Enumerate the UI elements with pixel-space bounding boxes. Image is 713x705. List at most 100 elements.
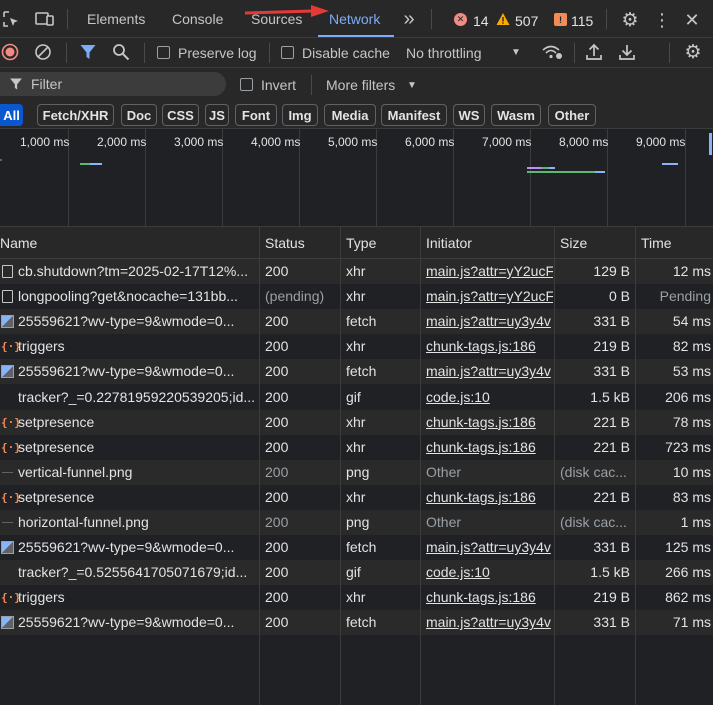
request-name: setpresence bbox=[18, 438, 95, 455]
column-header-name[interactable]: Name bbox=[0, 235, 37, 251]
divider bbox=[66, 43, 67, 63]
request-initiator[interactable]: chunk-tags.js:186 bbox=[426, 489, 553, 505]
issue-icon[interactable]: ! bbox=[554, 13, 567, 26]
request-initiator[interactable]: chunk-tags.js:186 bbox=[426, 439, 553, 455]
tab-network[interactable]: Network bbox=[329, 11, 380, 27]
device-toolbar-icon[interactable] bbox=[35, 10, 55, 28]
table-row[interactable]: longpooling?get&nocache=131bb... (pending… bbox=[0, 284, 713, 310]
request-initiator[interactable]: chunk-tags.js:186 bbox=[426, 414, 553, 430]
request-type: fetch bbox=[346, 363, 377, 380]
request-type: png bbox=[346, 514, 370, 530]
request-initiator[interactable]: main.js?attr=uy3y4v bbox=[426, 614, 553, 630]
request-type: xhr bbox=[346, 438, 366, 455]
divider bbox=[144, 43, 145, 63]
dash-icon bbox=[2, 522, 13, 523]
type-filter-fetch-xhr[interactable]: Fetch/XHR bbox=[37, 104, 114, 126]
table-row[interactable]: {·} triggers 200 xhr chunk-tags.js:186 219 B 8… bbox=[0, 585, 713, 611]
export-har-icon[interactable] bbox=[618, 43, 636, 61]
filter-funnel-icon[interactable] bbox=[79, 43, 97, 61]
network-settings-gear-icon[interactable]: ⚙ bbox=[683, 42, 703, 62]
table-row[interactable]: {·} setpresence 200 xhr chunk-tags.js:186 221… bbox=[0, 484, 713, 510]
request-time: 71 ms bbox=[672, 614, 711, 631]
column-header-time[interactable]: Time bbox=[641, 235, 672, 251]
warning-icon[interactable] bbox=[496, 12, 510, 26]
import-har-icon[interactable] bbox=[585, 43, 603, 61]
issue-count[interactable]: 115 bbox=[571, 13, 593, 29]
filter-placeholder: Filter bbox=[31, 76, 63, 92]
xhr-braces-icon: {·} bbox=[1, 415, 21, 429]
request-initiator[interactable]: chunk-tags.js:186 bbox=[426, 589, 553, 605]
tab-console[interactable]: Console bbox=[172, 11, 223, 27]
clear-icon[interactable] bbox=[34, 43, 52, 61]
type-filter-ws[interactable]: WS bbox=[453, 104, 485, 126]
column-header-type[interactable]: Type bbox=[346, 235, 376, 251]
column-header-status[interactable]: Status bbox=[265, 235, 305, 251]
type-filter-doc[interactable]: Doc bbox=[121, 104, 157, 126]
type-filter-other[interactable]: Other bbox=[548, 104, 596, 126]
settings-gear-icon[interactable]: ⚙ bbox=[620, 10, 640, 30]
preserve-log-checkbox[interactable] bbox=[157, 46, 170, 59]
request-status: (pending) bbox=[265, 288, 325, 305]
request-size: 0 B bbox=[608, 288, 630, 305]
inspect-element-icon[interactable] bbox=[2, 10, 20, 28]
table-row[interactable]: {·} setpresence 200 xhr chunk-tags.js:186 221… bbox=[0, 409, 713, 435]
column-header-size[interactable]: Size bbox=[560, 235, 587, 251]
type-filter-css[interactable]: CSS bbox=[162, 104, 199, 126]
close-icon[interactable]: ✕ bbox=[683, 10, 701, 30]
timeline-tick-label: 8,000 ms bbox=[559, 135, 609, 149]
request-initiator[interactable]: main.js?attr=uy3y4v bbox=[426, 363, 553, 379]
tab-elements[interactable]: Elements bbox=[87, 11, 145, 27]
throttling-select[interactable]: No throttling bbox=[406, 45, 481, 61]
type-filter-js[interactable]: JS bbox=[205, 104, 229, 126]
filter-input[interactable]: Filter bbox=[0, 72, 226, 96]
search-icon[interactable] bbox=[112, 43, 130, 61]
disable-cache-label[interactable]: Disable cache bbox=[302, 45, 390, 61]
invert-label[interactable]: Invert bbox=[261, 77, 296, 93]
table-row[interactable]: 25559621?wv-type=9&wmode=0... 200 fetch mai… bbox=[0, 610, 713, 636]
request-initiator[interactable]: main.js?attr=uy3y4v bbox=[426, 539, 553, 555]
network-overview-timeline[interactable]: 1,000 ms 2,000 ms 3,000 ms 4,000 ms 5,00… bbox=[0, 129, 713, 227]
request-name: 25559621?wv-type=9&wmode=0... bbox=[18, 614, 235, 631]
network-conditions-icon[interactable] bbox=[541, 43, 563, 61]
column-header-initiator[interactable]: Initiator bbox=[426, 235, 472, 251]
request-initiator[interactable]: chunk-tags.js:186 bbox=[426, 338, 553, 354]
kebab-menu-icon[interactable]: ⋮ bbox=[653, 10, 671, 30]
table-row[interactable]: tracker?_=0.22781959220539205;id... 200 gi… bbox=[0, 384, 713, 410]
table-row[interactable]: 25559621?wv-type=9&wmode=0... 200 fetch mai… bbox=[0, 535, 713, 561]
request-initiator[interactable]: main.js?attr=uy3y4v bbox=[426, 313, 553, 329]
table-row[interactable]: horizontal-funnel.png 200 png Other (disk ca… bbox=[0, 510, 713, 535]
type-filter-wasm[interactable]: Wasm bbox=[491, 104, 541, 126]
type-filter-font[interactable]: Font bbox=[235, 104, 277, 126]
request-initiator[interactable]: code.js:10 bbox=[426, 564, 553, 580]
request-initiator[interactable]: code.js:10 bbox=[426, 389, 553, 405]
request-initiator[interactable]: main.js?attr=yY2ucF bbox=[426, 263, 553, 279]
warning-count[interactable]: 507 bbox=[515, 13, 538, 29]
table-row[interactable]: tracker?_=0.5255641705071679;id... 200 gif… bbox=[0, 560, 713, 586]
request-time: Pending bbox=[659, 288, 711, 305]
request-initiator[interactable]: main.js?attr=yY2ucF bbox=[426, 288, 553, 304]
table-row[interactable]: {·} setpresence 200 xhr chunk-tags.js:186 221… bbox=[0, 434, 713, 460]
record-stop-icon[interactable] bbox=[1, 43, 19, 61]
error-count[interactable]: 14 bbox=[473, 13, 489, 29]
more-tabs-icon[interactable]: » bbox=[400, 9, 418, 29]
table-row[interactable]: {·} triggers 200 xhr chunk-tags.js:186 219 B 8… bbox=[0, 334, 713, 360]
disable-cache-checkbox[interactable] bbox=[281, 46, 294, 59]
chevron-down-icon[interactable]: ▼ bbox=[406, 79, 418, 93]
type-filter-all[interactable]: All bbox=[0, 104, 23, 126]
table-row[interactable]: vertical-funnel.png 200 png Other (disk cac.… bbox=[0, 459, 713, 485]
table-row[interactable]: cb.shutdown?tm=2025-02-17T12%... 200 xhr ma… bbox=[0, 259, 713, 284]
request-time: 862 ms bbox=[665, 589, 711, 606]
table-row[interactable]: 25559621?wv-type=9&wmode=0... 200 fetch mai… bbox=[0, 309, 713, 335]
invert-checkbox[interactable] bbox=[240, 78, 253, 91]
error-icon[interactable]: ✕ bbox=[454, 13, 467, 26]
request-type: xhr bbox=[346, 589, 366, 606]
timeline-tick-label: 6,000 ms bbox=[405, 135, 455, 149]
more-filters-dropdown[interactable]: More filters bbox=[326, 77, 395, 93]
type-filter-img[interactable]: Img bbox=[282, 104, 318, 126]
chevron-down-icon[interactable]: ▼ bbox=[510, 46, 522, 60]
column-divider bbox=[340, 227, 341, 705]
preserve-log-label[interactable]: Preserve log bbox=[178, 45, 257, 61]
type-filter-manifest[interactable]: Manifest bbox=[381, 104, 447, 126]
table-row[interactable]: 25559621?wv-type=9&wmode=0... 200 fetch mai… bbox=[0, 359, 713, 385]
type-filter-media[interactable]: Media bbox=[324, 104, 376, 126]
